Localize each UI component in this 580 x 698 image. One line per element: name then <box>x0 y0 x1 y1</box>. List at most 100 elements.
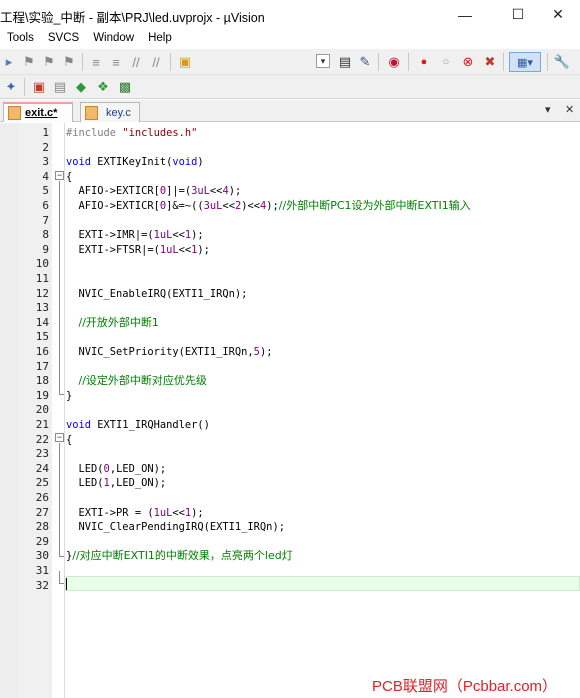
line-number: 13 <box>35 301 49 315</box>
debug-tool-icon[interactable]: ✎ <box>356 53 374 71</box>
uncomment-icon[interactable]: // <box>147 53 165 71</box>
line-number: 24 <box>35 461 49 475</box>
code-line[interactable]: 22 { <box>0 433 580 448</box>
watermark: PCB联盟网（Pcbbar.com） <box>372 678 558 695</box>
close-button[interactable]: ✕ <box>535 0 580 29</box>
breakpoint-disable-icon[interactable]: ○ <box>437 53 455 71</box>
start-debug-icon[interactable]: ◉ <box>385 53 403 71</box>
menu-window[interactable]: Window <box>86 29 141 48</box>
title-bar: 工程\实验_中断 - 副本\PRJ\led.uvprojx - µVision … <box>0 0 580 29</box>
code-line[interactable]: 3 void EXTIKeyInit(void) <box>0 155 580 170</box>
tab-exit-c[interactable]: exit.c* <box>3 102 73 122</box>
line-number: 31 <box>35 564 49 577</box>
toolbar-build: ✦ ▣ ▤ ◆ ❖ ▩ <box>0 75 580 99</box>
code-line[interactable]: 17 <box>0 360 580 375</box>
code-line[interactable]: 8 EXTI->IMR|=(1uL<<1); <box>0 228 580 243</box>
code-line[interactable]: 7 <box>0 214 580 229</box>
code-text: NVIC_EnableIRQ(EXTI1_IRQn); <box>66 287 248 300</box>
code-line[interactable]: 13 <box>0 301 580 316</box>
code-editor[interactable]: − − 1 #include "includes.h" 2 3 void EXTIKey… <box>0 123 580 698</box>
code-line[interactable]: 18 //设定外部中断对应优先级 <box>0 374 580 389</box>
breakpoint-kill-all-icon[interactable]: ✖ <box>481 53 499 71</box>
code-line[interactable]: 28 NVIC_ClearPendingIRQ(EXTI1_IRQn); <box>0 520 580 535</box>
unindent-icon[interactable]: ≡ <box>107 53 125 71</box>
line-number: 25 <box>35 476 49 490</box>
line-number: 28 <box>35 520 49 534</box>
find-dropdown-icon[interactable]: ▾ <box>316 54 330 68</box>
c-file-icon <box>8 106 21 120</box>
window-layout-icon[interactable]: ▦▾ <box>509 52 541 72</box>
code-line[interactable]: 29 <box>0 535 580 550</box>
tab-list-dropdown[interactable]: ▾ <box>545 103 551 116</box>
line-number: 4 <box>42 169 49 183</box>
toolbar-separator <box>503 53 504 71</box>
code-line[interactable]: 2 <box>0 141 580 156</box>
code-text: EXTI->IMR|=(1uL<<1); <box>66 229 204 242</box>
rebuild-icon[interactable]: ◆ <box>72 78 90 96</box>
code-line[interactable]: 24 LED(0,LED_ON); <box>0 462 580 477</box>
line-number: 15 <box>35 330 49 344</box>
load-icon[interactable]: ❖ <box>94 78 112 96</box>
minimize-button[interactable]: — <box>442 0 488 29</box>
code-line[interactable]: 9 EXTI->FTSR|=(1uL<<1); <box>0 243 580 258</box>
line-number: 5 <box>42 184 49 198</box>
tab-key-c[interactable]: key.c <box>80 102 140 122</box>
code-line[interactable]: 6 AFIO->EXTICR[0]&=~((3uL<<2)<<4);//外部中断… <box>0 199 580 214</box>
line-number: 18 <box>35 374 49 388</box>
code-line[interactable]: 23 <box>0 447 580 462</box>
code-line[interactable]: 30}//对应中断EXTI1的中断效果，点亮两个led灯 <box>0 549 580 564</box>
code-line[interactable]: 16 NVIC_SetPriority(EXTI1_IRQn,5); <box>0 345 580 360</box>
code-text: EXTI->PR = (1uL<<1); <box>66 506 204 519</box>
translate-icon[interactable]: ▣ <box>30 78 48 96</box>
code-line[interactable]: 11 <box>0 272 580 287</box>
code-line[interactable]: 5 AFIO->EXTICR[0]|=(3uL<<4); <box>0 184 580 199</box>
code-line[interactable]: 21 void EXTI1_IRQHandler() <box>0 418 580 433</box>
code-line[interactable]: 32 <box>0 579 580 594</box>
configure-wrench-icon[interactable]: 🔧 <box>553 53 571 71</box>
toolbar-separator <box>170 53 171 71</box>
build-icon[interactable]: ▤ <box>51 78 69 96</box>
code-line[interactable]: 25 LED(1,LED_ON); <box>0 476 580 491</box>
bookmark-clear-icon[interactable]: ⚑ <box>60 53 78 71</box>
code-line[interactable]: 4{ <box>0 170 580 185</box>
toolbar-separator <box>547 53 548 71</box>
code-line[interactable]: 26 <box>0 491 580 506</box>
menu-help[interactable]: Help <box>141 29 179 48</box>
code-text: void EXTI1_IRQHandler() <box>66 419 210 431</box>
code-line[interactable]: 27 EXTI->PR = (1uL<<1); <box>0 506 580 521</box>
code-line[interactable]: 10 <box>0 257 580 272</box>
code-text: }//对应中断EXTI1的中断效果，点亮两个led灯 <box>66 549 293 563</box>
code-line[interactable]: 20 <box>0 403 580 418</box>
tab-close-icon[interactable]: ✕ <box>565 103 574 116</box>
bookmark-next-icon[interactable]: ⚑ <box>40 53 58 71</box>
code-line[interactable]: 1 #include "includes.h" <box>0 126 580 141</box>
indent-icon[interactable]: ≡ <box>87 53 105 71</box>
menu-svcs[interactable]: SVCS <box>41 29 86 48</box>
toolbar-separator <box>82 53 83 71</box>
comment-icon[interactable]: // <box>127 53 145 71</box>
code-text: LED(0,LED_ON); <box>66 462 167 475</box>
menu-tools[interactable]: Tools <box>0 29 41 48</box>
toolbar-separator <box>378 53 379 71</box>
find-in-files-icon[interactable]: ▣ <box>176 53 194 71</box>
breakpoint-icon[interactable]: ● <box>415 53 433 71</box>
toolbar-main: ▸ ⚑ ⚑ ⚑ ≡ ≡ // // ▣ ▾ ▤ ✎ ◉ ● ○ ⊗ ✖ ▦▾ 🔧 <box>0 49 580 75</box>
bookmark-prev-icon[interactable]: ⚑ <box>20 53 38 71</box>
code-line[interactable]: 14 //开放外部中断1 <box>0 316 580 331</box>
code-line[interactable]: 19} <box>0 389 580 404</box>
toolbar-separator <box>24 78 25 96</box>
tab-label: key.c <box>106 106 131 119</box>
code-line[interactable]: 31 <box>0 564 580 579</box>
line-number: 10 <box>35 257 49 271</box>
code-text: LED(1,LED_ON); <box>66 477 167 490</box>
file-icon[interactable]: ▤ <box>336 53 354 71</box>
line-number: 22 <box>35 432 49 446</box>
options-icon[interactable]: ▩ <box>116 78 134 96</box>
code-line[interactable]: 12 NVIC_EnableIRQ(EXTI1_IRQn); <box>0 287 580 302</box>
code-text: void EXTIKeyInit(void) <box>66 156 204 169</box>
step-icon[interactable]: ▸ <box>0 53 18 71</box>
wand-icon[interactable]: ✦ <box>2 78 20 96</box>
code-line[interactable]: 15 <box>0 330 580 345</box>
code-text: } <box>66 389 73 402</box>
breakpoint-disable-all-icon[interactable]: ⊗ <box>459 53 477 71</box>
